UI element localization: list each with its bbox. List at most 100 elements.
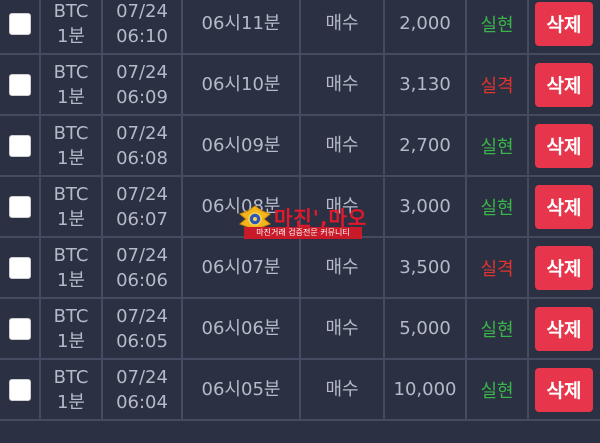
trade-time: 06:09: [116, 86, 168, 108]
round-cell: 06시10분: [182, 55, 300, 114]
row-select-cell: [0, 238, 40, 297]
round-cell: 06시11분: [182, 0, 300, 53]
trade-amount: 3,130: [399, 74, 451, 95]
delete-button[interactable]: 삭제: [535, 367, 593, 412]
coin-interval: 1분: [56, 330, 85, 352]
row-checkbox[interactable]: [9, 73, 31, 96]
trade-result: 실격: [480, 258, 514, 280]
trade-time: 06:08: [116, 147, 168, 169]
coin-name: BTC: [53, 305, 89, 327]
amount-cell: 2,000: [384, 0, 466, 53]
trade-result: 실격: [480, 75, 514, 97]
time-cell: 07/24 06:09: [102, 55, 182, 114]
coin-interval: 1분: [56, 391, 85, 413]
result-cell: 실현: [466, 177, 528, 236]
delete-button[interactable]: 삭제: [535, 62, 593, 107]
delete-button[interactable]: 삭제: [535, 184, 593, 229]
coin-interval: 1분: [56, 86, 85, 108]
trade-side: 매수: [325, 318, 359, 339]
time-cell: 07/24 06:04: [102, 360, 182, 419]
trade-result: 실현: [480, 136, 514, 158]
side-cell: 매수: [300, 360, 384, 419]
row-select-cell: [0, 177, 40, 236]
trade-side: 매수: [325, 13, 359, 34]
side-cell: 매수: [300, 238, 384, 297]
row-select-cell: [0, 360, 40, 419]
delete-button[interactable]: 삭제: [535, 306, 593, 351]
trade-amount: 3,500: [399, 257, 451, 278]
amount-cell: 3,130: [384, 55, 466, 114]
coin-interval: 1분: [56, 208, 85, 230]
side-cell: 매수: [300, 177, 384, 236]
row-checkbox[interactable]: [9, 195, 31, 218]
table-row: BTC 1분 07/24 06:07 06시08분 매수 3,000 실현 삭제: [0, 177, 600, 238]
row-checkbox[interactable]: [9, 12, 31, 35]
trade-time: 06:07: [116, 208, 168, 230]
result-cell: 실현: [466, 0, 528, 53]
delete-cell: 삭제: [528, 299, 600, 358]
amount-cell: 3,000: [384, 177, 466, 236]
amount-cell: 2,700: [384, 116, 466, 175]
row-select-cell: [0, 116, 40, 175]
trade-time: 06:06: [116, 269, 168, 291]
round-slot: 06시07분: [201, 257, 281, 278]
trade-side: 매수: [325, 379, 359, 400]
round-cell: 06시07분: [182, 238, 300, 297]
trade-time: 06:10: [116, 25, 168, 47]
row-select-cell: [0, 299, 40, 358]
round-cell: 06시09분: [182, 116, 300, 175]
trade-date: 07/24: [116, 183, 168, 205]
round-slot: 06시06분: [201, 318, 281, 339]
result-cell: 실격: [466, 238, 528, 297]
trade-amount: 5,000: [399, 318, 451, 339]
trade-result: 실현: [480, 197, 514, 219]
row-checkbox[interactable]: [9, 256, 31, 279]
trade-side: 매수: [325, 135, 359, 156]
delete-cell: 삭제: [528, 360, 600, 419]
trade-amount: 10,000: [393, 379, 457, 400]
coin-name: BTC: [53, 61, 89, 83]
row-select-cell: [0, 0, 40, 53]
coin-cell: BTC 1분: [40, 55, 102, 114]
trade-side: 매수: [325, 257, 359, 278]
trade-side: 매수: [325, 196, 359, 217]
result-cell: 실현: [466, 299, 528, 358]
row-checkbox[interactable]: [9, 378, 31, 401]
side-cell: 매수: [300, 116, 384, 175]
trade-date: 07/24: [116, 244, 168, 266]
table-row: BTC 1분 07/24 06:08 06시09분 매수 2,700 실현 삭제: [0, 116, 600, 177]
trade-date: 07/24: [116, 61, 168, 83]
coin-interval: 1분: [56, 269, 85, 291]
delete-button[interactable]: 삭제: [535, 1, 593, 46]
side-cell: 매수: [300, 0, 384, 53]
trade-amount: 2,000: [399, 13, 451, 34]
coin-cell: BTC 1분: [40, 238, 102, 297]
delete-cell: 삭제: [528, 177, 600, 236]
delete-button[interactable]: 삭제: [535, 245, 593, 290]
table-row: BTC 1분 07/24 06:09 06시10분 매수 3,130 실격 삭제: [0, 55, 600, 116]
row-checkbox[interactable]: [9, 317, 31, 340]
time-cell: 07/24 06:07: [102, 177, 182, 236]
delete-cell: 삭제: [528, 55, 600, 114]
trade-time: 06:05: [116, 330, 168, 352]
coin-cell: BTC 1분: [40, 299, 102, 358]
trade-date: 07/24: [116, 366, 168, 388]
trade-result: 실현: [480, 380, 514, 402]
round-cell: 06시06분: [182, 299, 300, 358]
table-row: BTC 1분 07/24 06:10 06시11분 매수 2,000 실현 삭제: [0, 0, 600, 55]
delete-cell: 삭제: [528, 0, 600, 53]
round-slot: 06시08분: [201, 196, 281, 217]
coin-name: BTC: [53, 183, 89, 205]
delete-button[interactable]: 삭제: [535, 123, 593, 168]
round-slot: 06시09분: [201, 135, 281, 156]
trade-amount: 3,000: [399, 196, 451, 217]
coin-cell: BTC 1분: [40, 0, 102, 53]
time-cell: 07/24 06:10: [102, 0, 182, 53]
amount-cell: 10,000: [384, 360, 466, 419]
table-row: BTC 1분 07/24 06:06 06시07분 매수 3,500 실격 삭제: [0, 238, 600, 299]
round-slot: 06시10분: [201, 74, 281, 95]
row-checkbox[interactable]: [9, 134, 31, 157]
result-cell: 실격: [466, 55, 528, 114]
round-cell: 06시05분: [182, 360, 300, 419]
result-cell: 실현: [466, 116, 528, 175]
